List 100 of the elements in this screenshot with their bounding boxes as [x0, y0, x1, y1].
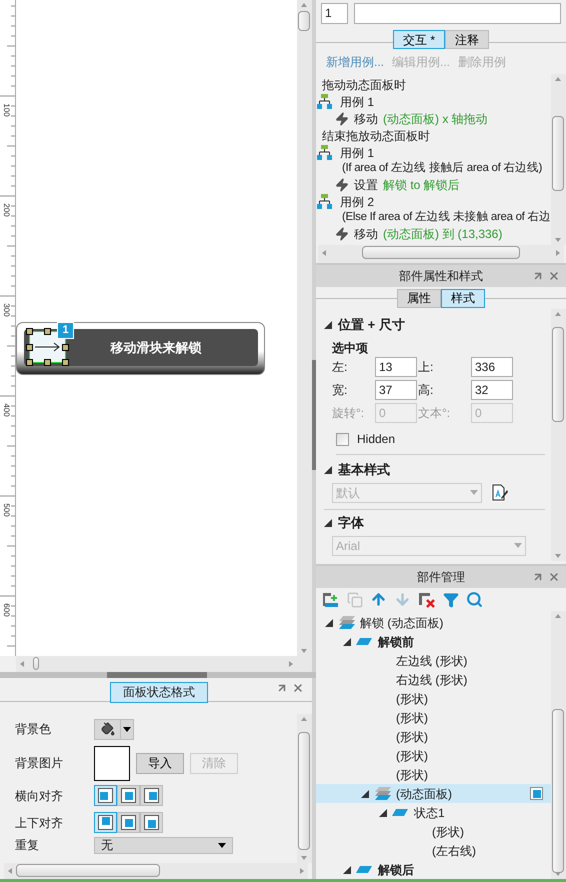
horizontal-scrollbar[interactable] [4, 863, 308, 879]
hierarchy-icon [317, 194, 332, 209]
state-icon [392, 809, 408, 816]
vertical-scrollbar[interactable] [551, 308, 566, 561]
ruler-label: 300 [2, 302, 10, 319]
resize-handle[interactable] [44, 328, 51, 335]
tree-row[interactable]: (形状) [316, 746, 551, 765]
tree-row[interactable]: (动态面板) [316, 784, 551, 803]
horizontal-scrollbar[interactable] [318, 244, 564, 263]
horizontal-scrollbar[interactable] [16, 656, 297, 672]
tree-row[interactable]: (形状) [316, 708, 551, 727]
resize-handle[interactable] [44, 359, 51, 366]
case-label[interactable]: 用例 1 [340, 92, 374, 110]
tree-row[interactable]: 解锁后 [316, 860, 551, 879]
edit-style-icon[interactable] [492, 484, 508, 502]
tree-label: 左边线 (形状) [396, 652, 468, 670]
align-option[interactable] [117, 785, 140, 806]
pin-icon[interactable] [532, 571, 544, 583]
expand-icon[interactable] [325, 618, 333, 626]
field-label: 上: [418, 358, 434, 376]
panel-title: 部件属性和样式 [399, 268, 483, 285]
tree-row[interactable]: (左右线) [316, 841, 551, 860]
tree-row[interactable]: (形状) [316, 689, 551, 708]
vertical-scrollbar[interactable] [551, 74, 566, 245]
resize-handle[interactable] [26, 359, 33, 366]
align-option[interactable] [94, 812, 117, 833]
tree-row[interactable]: 状态1 [316, 803, 551, 822]
add-item-icon[interactable] [322, 592, 340, 608]
vertical-scrollbar[interactable] [297, 714, 312, 863]
resize-handle[interactable] [62, 344, 69, 351]
color-picker[interactable] [94, 718, 134, 740]
filter-icon[interactable] [443, 592, 459, 608]
align-option[interactable] [140, 785, 163, 806]
field-label: 重复 [15, 837, 40, 854]
repeat-select[interactable]: 无 [94, 836, 233, 854]
expand-icon[interactable] [343, 638, 351, 646]
case-name-field[interactable] [354, 3, 561, 24]
close-icon[interactable] [548, 270, 560, 282]
hierarchy-icon [317, 145, 332, 160]
field-label: 左: [332, 358, 348, 376]
tree-row[interactable]: (形状) [316, 727, 551, 746]
action-verb: 移动 [354, 226, 378, 242]
tree-row[interactable]: 解锁前 [316, 632, 551, 651]
layers-icon [374, 786, 392, 800]
vertical-scrollbar[interactable] [297, 0, 312, 656]
move-up-icon[interactable] [370, 591, 387, 608]
paint-bucket-icon [100, 722, 114, 736]
field-label: 上下对齐 [15, 814, 64, 832]
subsection-title: 选中项 [332, 340, 369, 357]
image-button[interactable]: 导入 [136, 752, 184, 774]
field-label: 文本°: [418, 404, 452, 422]
ruler-label: 400 [2, 402, 10, 419]
tab[interactable]: 属性 [397, 288, 441, 308]
number-field[interactable]: 13 [375, 356, 417, 377]
tree-row[interactable]: 解锁 (动态面板) [316, 613, 551, 632]
tree-row[interactable]: 左边线 (形状) [316, 651, 551, 670]
tab[interactable]: 交互 * [392, 30, 445, 49]
image-preview[interactable] [94, 746, 130, 780]
pin-icon[interactable] [276, 682, 288, 694]
resize-handle[interactable] [62, 359, 69, 366]
align-option[interactable] [117, 812, 140, 833]
align-option[interactable] [94, 785, 117, 806]
collapse-icon[interactable] [324, 320, 332, 329]
tree-label: (形状) [396, 766, 428, 784]
number-field[interactable]: 37 [375, 380, 417, 400]
resize-handle[interactable] [26, 328, 33, 335]
hidden-checkbox[interactable] [336, 432, 349, 446]
tree-row[interactable]: (形状) [316, 822, 551, 841]
resize-handle[interactable] [26, 344, 33, 351]
collapse-icon[interactable] [324, 466, 332, 474]
action-verb: 移动 [354, 110, 378, 128]
expand-icon[interactable] [361, 790, 369, 798]
event-label: 结束拖放动态面板时 [322, 128, 430, 144]
lightning-icon [335, 178, 349, 192]
expand-icon[interactable] [343, 866, 351, 874]
number-field[interactable]: 336 [471, 356, 513, 377]
event-label: 拖动动态面板时 [322, 76, 406, 94]
delete-icon[interactable] [418, 592, 436, 608]
visibility-toggle[interactable] [530, 787, 543, 800]
tree-label: (左右线) [432, 842, 476, 860]
ruler-label: 200 [2, 202, 10, 219]
tree-label: (动态面板) [396, 786, 452, 802]
search-icon[interactable] [466, 591, 483, 608]
close-icon[interactable] [548, 571, 560, 583]
field-label: 旋转°: [332, 404, 366, 422]
tree-row[interactable]: (形状) [316, 765, 551, 784]
align-option[interactable] [140, 812, 163, 833]
expand-icon[interactable] [379, 808, 387, 816]
case-number-field[interactable]: 1 [321, 3, 348, 24]
collapse-icon[interactable] [324, 518, 332, 527]
field-label: 背景色 [15, 721, 52, 738]
case-label[interactable]: 用例 2 [340, 192, 374, 210]
case-label[interactable]: 用例 1 [340, 144, 374, 162]
tab[interactable]: 注释 [445, 30, 489, 49]
vertical-scrollbar[interactable] [551, 611, 566, 879]
tree-row[interactable]: 右边线 (形状) [316, 670, 551, 689]
tab[interactable]: 样式 [441, 288, 485, 308]
close-icon[interactable] [292, 682, 304, 694]
state-icon [356, 638, 372, 645]
number-field[interactable]: 32 [471, 380, 513, 400]
